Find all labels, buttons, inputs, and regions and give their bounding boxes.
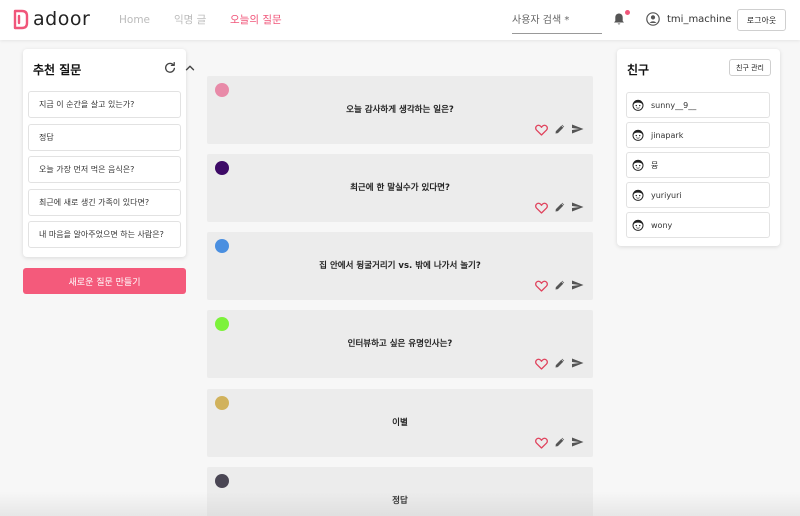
question-text: 오늘 감사하게 생각하는 일은? [346, 105, 454, 115]
answer-pencil-icon[interactable] [554, 120, 566, 134]
question-text: 최근에 한 말실수가 있다면? [350, 183, 450, 193]
answer-pencil-icon[interactable] [554, 354, 566, 368]
friend-item[interactable]: jinapark [626, 122, 770, 148]
like-heart-icon[interactable] [535, 199, 548, 214]
friend-item[interactable]: 뮹 [626, 152, 770, 178]
friend-item[interactable]: yuriyuri [626, 182, 770, 208]
author-avatar-dot [215, 83, 229, 97]
answer-pencil-icon[interactable] [554, 433, 566, 447]
recommended-question-item[interactable]: 내 마음을 알아주었으면 하는 사람은? [28, 221, 181, 248]
question-text: 집 안에서 뒹굴거리기 vs. 밖에 나가서 놀기? [319, 261, 481, 271]
nav-home[interactable]: Home [119, 13, 150, 27]
friend-avatar-icon [632, 159, 644, 171]
answer-pencil-icon[interactable] [554, 276, 566, 290]
question-card[interactable]: 정답 [207, 467, 593, 516]
author-avatar-dot [215, 474, 229, 488]
like-heart-icon[interactable] [535, 277, 548, 292]
logo[interactable]: adoor [12, 9, 90, 30]
account-circle-icon[interactable] [646, 12, 660, 26]
like-heart-icon[interactable] [535, 355, 548, 370]
recommended-question-item[interactable]: 최근에 새로 생긴 가족이 있다면? [28, 189, 181, 216]
answer-pencil-icon[interactable] [554, 198, 566, 212]
manage-friends-button[interactable]: 친구 관리 [729, 59, 771, 76]
author-avatar-dot [215, 161, 229, 175]
logo-text: adoor [33, 8, 91, 30]
top-header: adoor Home 익명 글 오늘의 질문 tmi_machine 로그아웃 [0, 0, 800, 40]
recommended-question-item[interactable]: 정답 [28, 124, 181, 151]
send-icon[interactable] [571, 276, 584, 290]
recommended-title: 추천 질문 [33, 63, 82, 77]
user-search [512, 8, 602, 34]
send-icon[interactable] [571, 198, 584, 212]
recommended-question-item[interactable]: 오늘 가장 먼저 먹은 음식은? [28, 156, 181, 183]
author-avatar-dot [215, 396, 229, 410]
friend-item[interactable]: wony [626, 212, 770, 238]
friend-item[interactable]: sunny__9__ [626, 92, 770, 118]
nav-anonymous-posts[interactable]: 익명 글 [174, 13, 206, 27]
author-avatar-dot [215, 239, 229, 253]
new-question-button[interactable]: 새로운 질문 만들기 [23, 268, 186, 294]
notification-bell-icon[interactable] [612, 12, 626, 26]
recommended-question-item[interactable]: 지금 이 순간을 살고 있는가? [28, 91, 181, 118]
author-avatar-dot [215, 317, 229, 331]
send-icon[interactable] [571, 120, 584, 134]
friend-name: yuriyuri [651, 190, 682, 200]
friend-avatar-icon [632, 99, 644, 111]
question-text: 정답 [392, 496, 408, 506]
question-text: 인터뷰하고 싶은 유명인사는? [347, 339, 453, 349]
refresh-icon[interactable] [164, 62, 176, 74]
notification-badge [625, 10, 630, 15]
question-card[interactable]: 최근에 한 말실수가 있다면? [207, 154, 593, 222]
send-icon[interactable] [571, 354, 584, 368]
question-text: 이별 [392, 418, 408, 428]
nav-today-question[interactable]: 오늘의 질문 [230, 13, 282, 27]
friend-name: wony [651, 220, 673, 230]
send-icon[interactable] [571, 433, 584, 447]
recommended-questions-panel: 추천 질문 지금 이 순간을 살고 있는가? 정답 오늘 가장 먼저 먹은 음식… [23, 49, 195, 257]
like-heart-icon[interactable] [535, 121, 548, 136]
friend-avatar-icon [632, 129, 644, 141]
friend-name: jinapark [651, 130, 684, 140]
logout-button[interactable]: 로그아웃 [737, 9, 786, 31]
question-card[interactable]: 집 안에서 뒹굴거리기 vs. 밖에 나가서 놀기? [207, 232, 593, 300]
logo-icon [13, 9, 29, 30]
friend-name: sunny__9__ [651, 100, 697, 110]
like-heart-icon[interactable] [535, 434, 548, 449]
friend-avatar-icon [632, 189, 644, 201]
friends-title: 친구 [627, 63, 650, 77]
username[interactable]: tmi_machine [667, 13, 731, 27]
chevron-up-icon[interactable] [184, 62, 196, 74]
friends-panel: 친구 친구 관리 sunny__9__ jinapark 뮹 yuriyuri wony [617, 49, 780, 246]
question-card[interactable]: 이별 [207, 389, 593, 457]
friend-name: 뮹 [651, 160, 659, 170]
friend-avatar-icon [632, 219, 644, 231]
question-card[interactable]: 오늘 감사하게 생각하는 일은? [207, 76, 593, 144]
user-search-input[interactable] [512, 8, 602, 33]
question-card[interactable]: 인터뷰하고 싶은 유명인사는? [207, 310, 593, 378]
